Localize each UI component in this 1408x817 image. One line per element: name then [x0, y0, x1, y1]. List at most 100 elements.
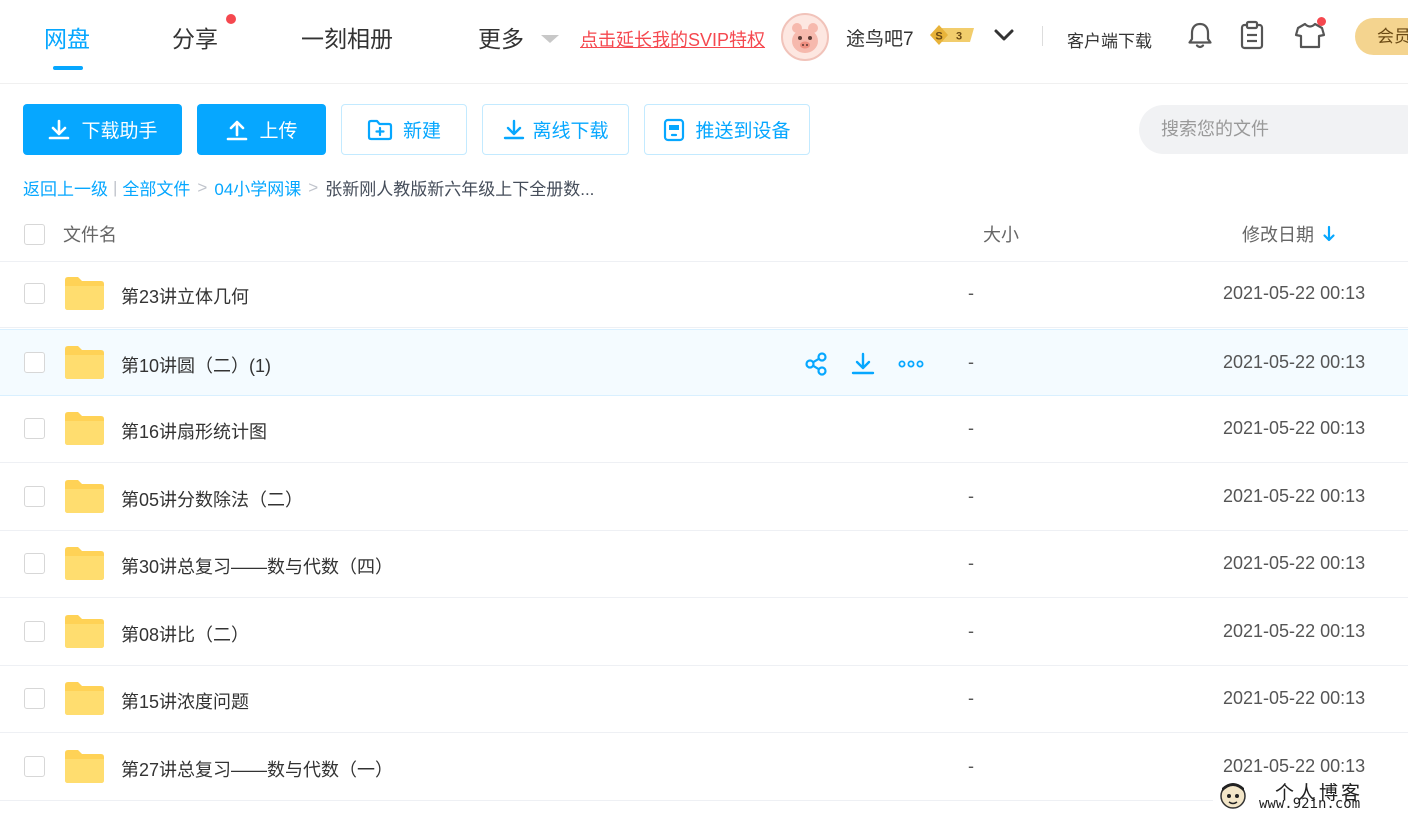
folder-icon — [64, 479, 105, 514]
file-modified-date: 2021-05-22 00:13 — [1223, 621, 1366, 641]
table-row[interactable]: 第15讲浓度问题 - 2021-05-22 00:13 — [0, 666, 1408, 733]
new-folder-label: 新建 — [402, 121, 441, 142]
more-icon[interactable] — [898, 351, 924, 377]
username[interactable]: 途鸟吧7 — [846, 24, 914, 51]
file-name[interactable]: 第15讲浓度问题 — [121, 688, 249, 714]
column-header-modified[interactable]: 修改日期 — [1242, 221, 1314, 247]
client-download-link[interactable]: 客户端下载 — [1067, 27, 1152, 52]
file-size: - — [968, 688, 974, 708]
upload-icon — [227, 120, 248, 140]
column-header-name[interactable]: 文件名 — [63, 221, 117, 247]
breadcrumb-divider: | — [113, 177, 118, 197]
skin-badge-dot — [1317, 17, 1326, 26]
row-checkbox[interactable] — [24, 756, 45, 777]
file-modified-date: 2021-05-22 00:13 — [1223, 486, 1366, 506]
upload-button[interactable]: 上传 — [197, 104, 326, 155]
active-tab-indicator — [53, 66, 83, 70]
svip-level-number: 3 — [956, 31, 962, 43]
file-modified-date: 2021-05-22 00:13 — [1223, 352, 1366, 372]
table-row[interactable]: 第08讲比（二） - 2021-05-22 00:13 — [0, 599, 1408, 666]
share-badge-dot — [226, 14, 236, 24]
chevron-down-icon[interactable] — [993, 26, 1015, 44]
caret-down-icon[interactable] — [541, 35, 559, 43]
folder-icon — [64, 276, 105, 311]
watermark-face-icon — [1220, 783, 1246, 809]
breadcrumb-separator: > — [308, 177, 319, 197]
watermark-url: www.92in.com — [1259, 796, 1361, 812]
upload-label: 上传 — [259, 121, 298, 142]
avatar[interactable] — [781, 13, 829, 61]
svip-badge-symbol: S — [935, 31, 942, 43]
folder-icon — [64, 546, 105, 581]
table-row[interactable]: 第27讲总复习——数与代数（一） - 2021-05-22 00:13 — [0, 734, 1408, 801]
file-name[interactable]: 第05讲分数除法（二） — [121, 486, 303, 512]
offline-download-button[interactable]: 离线下载 — [482, 104, 629, 155]
tab-moment-album[interactable]: 一刻相册 — [301, 20, 393, 54]
file-name[interactable]: 第23讲立体几何 — [121, 283, 249, 309]
sort-desc-icon[interactable] — [1322, 225, 1336, 243]
breadcrumb-back[interactable]: 返回上一级 — [23, 175, 108, 200]
tab-share[interactable]: 分享 — [172, 20, 218, 54]
table-row[interactable]: 第30讲总复习——数与代数（四） - 2021-05-22 00:13 — [0, 531, 1408, 598]
push-to-device-button[interactable]: 推送到设备 — [644, 104, 810, 155]
share-icon[interactable] — [803, 351, 829, 377]
breadcrumb-separator: > — [197, 177, 208, 197]
file-modified-date: 2021-05-22 00:13 — [1223, 756, 1366, 776]
file-size: - — [968, 621, 974, 641]
breadcrumb-folder[interactable]: 04小学网课 — [214, 175, 301, 200]
file-name[interactable]: 第30讲总复习——数与代数（四） — [121, 553, 393, 579]
offline-download-icon — [504, 119, 525, 139]
breadcrumb-current: 张新刚人教版新六年级上下全册数... — [325, 180, 595, 199]
bell-icon[interactable] — [1186, 20, 1214, 50]
file-name[interactable]: 第08讲比（二） — [121, 621, 249, 647]
offline-download-label: 离线下载 — [532, 121, 609, 142]
file-modified-date: 2021-05-22 00:13 — [1223, 688, 1366, 708]
file-size: - — [968, 352, 974, 372]
device-icon — [664, 118, 685, 141]
clipboard-icon[interactable] — [1238, 20, 1266, 50]
download-icon — [49, 119, 70, 139]
member-button[interactable]: 会员 — [1355, 18, 1408, 55]
row-checkbox[interactable] — [24, 418, 45, 439]
new-folder-icon — [367, 119, 393, 140]
file-size: - — [968, 553, 974, 573]
breadcrumb-all-files[interactable]: 全部文件 — [122, 175, 190, 200]
row-checkbox[interactable] — [24, 553, 45, 574]
breadcrumb: 返回上一级 | 全部文件 > 04小学网课 > 张新刚人教版新六年级上下全册数.… — [23, 175, 594, 200]
top-header: 网盘 分享 一刻相册 更多 点击延长我的SVIP特权 途鸟吧7 S 3 客户端下… — [0, 0, 1408, 84]
download-icon[interactable] — [850, 351, 876, 377]
file-name[interactable]: 第27讲总复习——数与代数（一） — [121, 756, 393, 782]
file-size: - — [968, 756, 974, 776]
download-helper-button[interactable]: 下载助手 — [23, 104, 182, 155]
tab-more[interactable]: 更多 — [478, 20, 524, 54]
row-checkbox[interactable] — [24, 688, 45, 709]
folder-icon — [64, 411, 105, 446]
table-row[interactable]: 第16讲扇形统计图 - 2021-05-22 00:13 — [0, 396, 1408, 463]
new-folder-button[interactable]: 新建 — [341, 104, 467, 155]
file-modified-date: 2021-05-22 00:13 — [1223, 418, 1366, 438]
header-divider — [1042, 26, 1043, 46]
file-name[interactable]: 第10讲圆（二）(1) — [121, 352, 271, 378]
download-helper-label: 下载助手 — [81, 121, 158, 142]
push-to-device-label: 推送到设备 — [695, 121, 791, 142]
file-name[interactable]: 第16讲扇形统计图 — [121, 418, 267, 444]
select-all-checkbox[interactable] — [24, 224, 45, 245]
row-checkbox[interactable] — [24, 352, 45, 373]
folder-icon — [64, 614, 105, 649]
table-row[interactable]: 第10讲圆（二）(1) - 2021-05-22 00:13 — [0, 329, 1408, 396]
row-checkbox[interactable] — [24, 621, 45, 642]
table-row[interactable]: 第05讲分数除法（二） - 2021-05-22 00:13 — [0, 464, 1408, 531]
file-size: - — [968, 283, 974, 303]
column-header-size[interactable]: 大小 — [983, 221, 1019, 247]
table-row[interactable]: 第23讲立体几何 - 2021-05-22 00:13 — [0, 261, 1408, 328]
file-size: - — [968, 486, 974, 506]
folder-icon — [64, 345, 105, 380]
tab-netdisk[interactable]: 网盘 — [44, 20, 90, 54]
folder-icon — [64, 749, 105, 784]
row-checkbox[interactable] — [24, 486, 45, 507]
svip-level-badge[interactable]: S 3 — [928, 24, 976, 46]
search-input[interactable] — [1139, 105, 1408, 154]
svip-extend-link[interactable]: 点击延长我的SVIP特权 — [580, 26, 765, 52]
row-checkbox[interactable] — [24, 283, 45, 304]
file-modified-date: 2021-05-22 00:13 — [1223, 283, 1366, 303]
